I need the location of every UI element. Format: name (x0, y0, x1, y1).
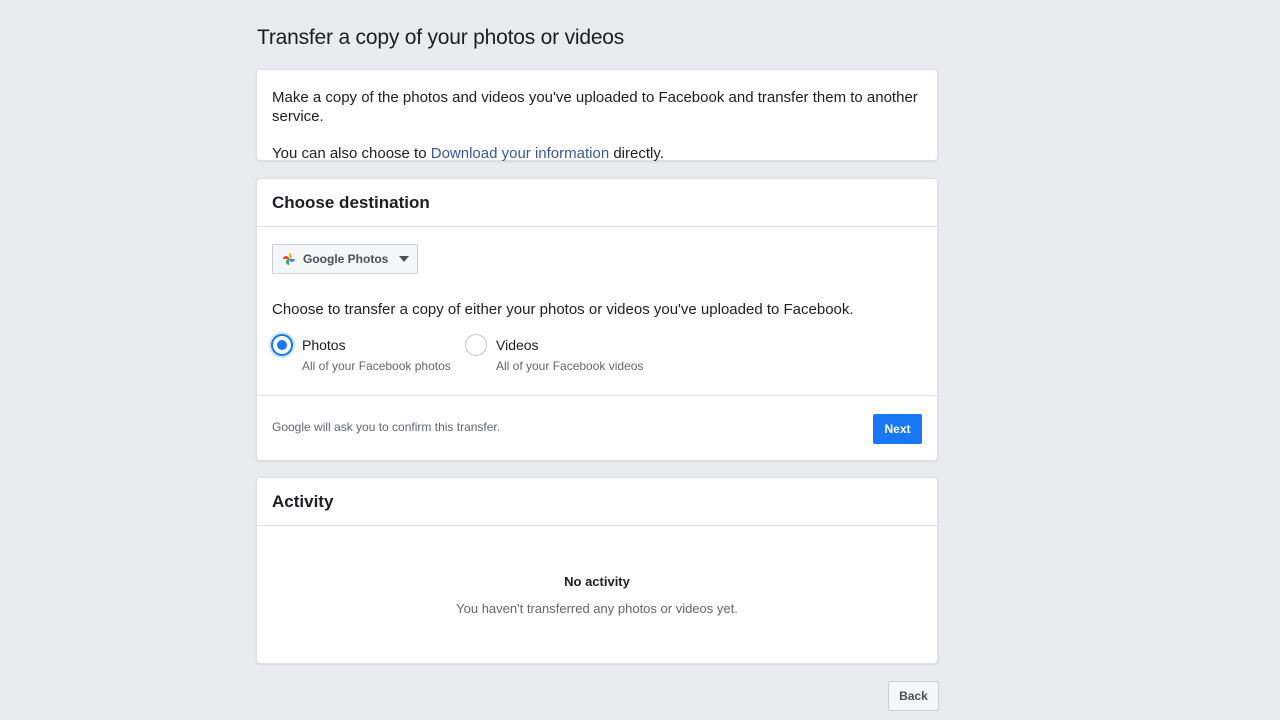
photos-option-description: All of your Facebook photos (302, 359, 451, 373)
next-button[interactable]: Next (873, 414, 922, 444)
page-title: Transfer a copy of your photos or videos (257, 26, 625, 49)
videos-radio[interactable] (465, 334, 487, 356)
transfer-prompt: Choose to transfer a copy of either your… (272, 301, 854, 318)
activity-header: Activity (257, 478, 937, 526)
caret-down-icon (399, 256, 409, 262)
intro-card: Make a copy of the photos and videos you… (256, 69, 938, 163)
activity-title: Activity (272, 492, 334, 511)
photos-option[interactable]: Photos All of your Facebook photos (271, 334, 451, 373)
choose-destination-header: Choose destination (257, 179, 937, 227)
videos-option[interactable]: Videos All of your Facebook videos (465, 334, 643, 373)
choose-destination-title: Choose destination (272, 193, 430, 212)
download-prefix: You can also choose to (272, 145, 431, 162)
videos-option-label: Videos (496, 337, 539, 353)
no-activity-description: You haven't transferred any photos or vi… (456, 601, 738, 616)
choose-destination-card: Choose destination Google Photos Choose … (256, 178, 938, 461)
intro-text: Make a copy of the photos and videos you… (272, 89, 918, 125)
activity-card: Activity No activity You haven't transfe… (256, 477, 938, 664)
destination-service-label: Google Photos (303, 252, 389, 266)
download-suffix: directly. (609, 145, 664, 162)
destination-service-dropdown[interactable]: Google Photos (272, 244, 418, 274)
back-button[interactable]: Back (888, 681, 939, 711)
download-your-information-link[interactable]: Download your information (431, 145, 609, 162)
photos-option-label: Photos (302, 337, 346, 353)
videos-option-description: All of your Facebook videos (496, 359, 644, 373)
no-activity-title: No activity (564, 574, 630, 589)
google-photos-pinwheel-icon (283, 253, 295, 265)
destination-card-footer: Google will ask you to confirm this tran… (257, 395, 937, 461)
activity-empty-state: No activity You haven't transferred any … (257, 574, 937, 616)
download-info-text: You can also choose to Download your inf… (272, 144, 922, 163)
photos-radio[interactable] (271, 334, 293, 356)
confirm-transfer-note: Google will ask you to confirm this tran… (272, 420, 501, 434)
